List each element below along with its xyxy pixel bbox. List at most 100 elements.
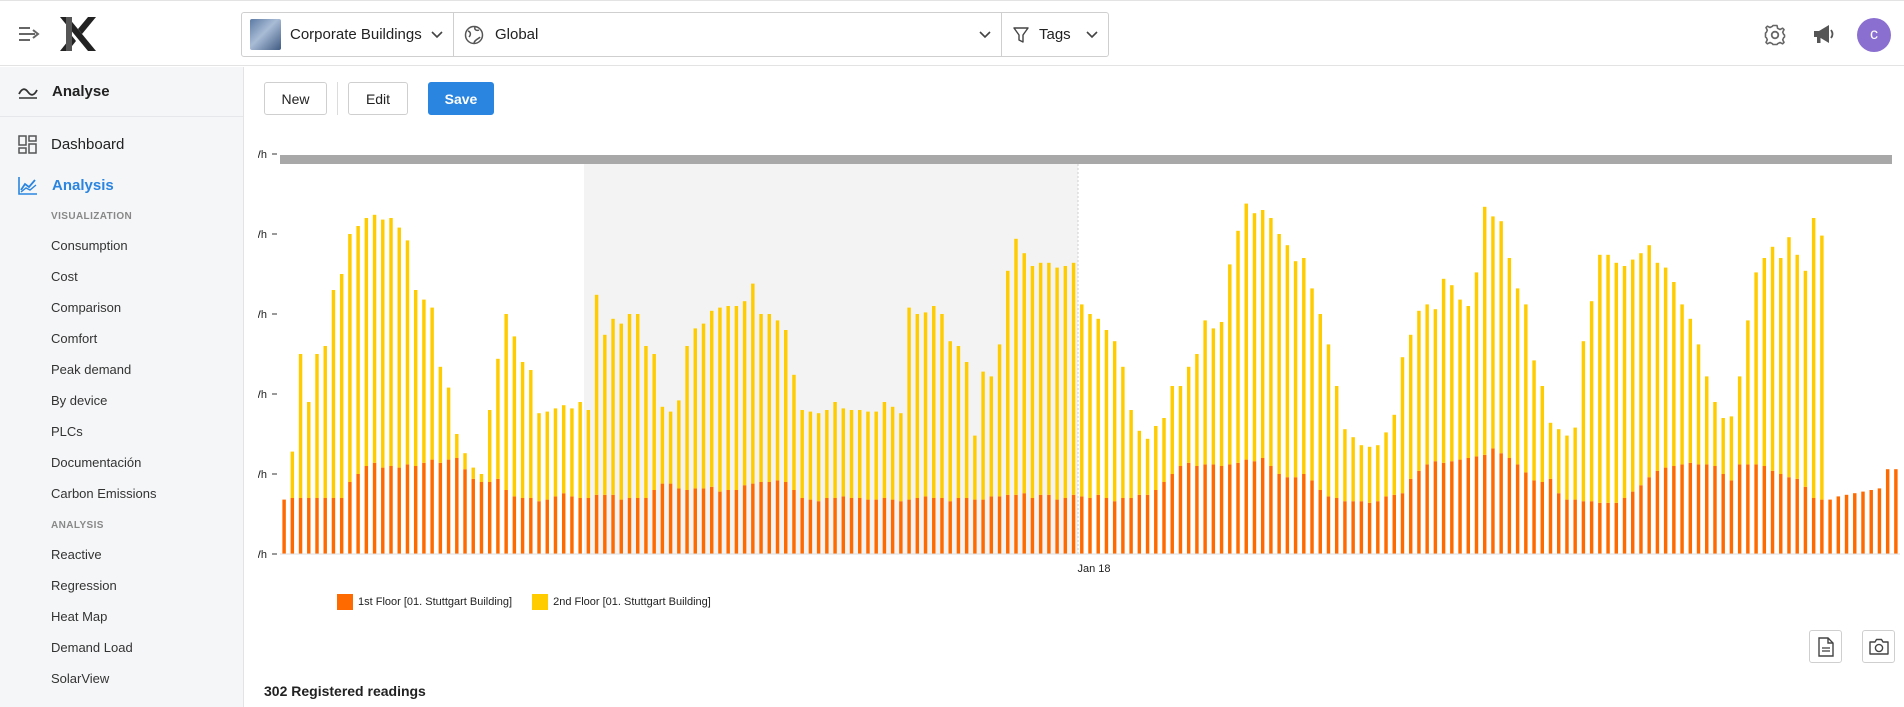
chart-legend: 1st Floor [01. Stuttgart Building] 2nd F… xyxy=(337,594,731,610)
bar-1st-floor xyxy=(825,498,829,554)
bar-1st-floor xyxy=(1466,458,1470,554)
menu-expand-icon[interactable] xyxy=(18,25,40,43)
bar-2nd-floor xyxy=(1811,218,1816,498)
bar-2nd-floor xyxy=(1038,262,1043,495)
bar-1st-floor xyxy=(1622,498,1627,554)
chevron-down-icon xyxy=(431,30,443,38)
bar-2nd-floor xyxy=(932,306,936,498)
bar-1st-floor xyxy=(455,458,459,554)
user-avatar[interactable]: c xyxy=(1857,18,1891,52)
sidebar-item-demand-load[interactable]: Demand Load xyxy=(0,632,243,663)
sidebar-item-comfort[interactable]: Comfort xyxy=(0,323,243,354)
bar-1st-floor xyxy=(1137,494,1142,554)
legend-label: 2nd Floor [01. Stuttgart Building] xyxy=(553,596,711,608)
bar-2nd-floor xyxy=(751,283,755,484)
sidebar-item-comparison[interactable]: Comparison xyxy=(0,292,243,323)
bar-2nd-floor xyxy=(701,323,706,489)
sidebar-item-dashboard[interactable]: Dashboard xyxy=(0,131,243,157)
announcements-megaphone-icon[interactable] xyxy=(1812,23,1836,45)
sidebar-module-header[interactable]: Analyse xyxy=(0,67,243,117)
sidebar-item-consumption[interactable]: Consumption xyxy=(0,230,243,261)
sidebar-item-heat-map[interactable]: Heat Map xyxy=(0,601,243,632)
registered-readings-count: 302 Registered readings xyxy=(264,683,426,699)
bar-1st-floor xyxy=(1754,464,1758,554)
sidebar-item-carbon-emissions[interactable]: Carbon Emissions xyxy=(0,478,243,509)
snapshot-button[interactable] xyxy=(1862,630,1895,663)
bar-2nd-floor xyxy=(1080,304,1084,497)
y-axis-tick-label: 100 kWh xyxy=(258,389,267,401)
bar-1st-floor xyxy=(1145,494,1150,554)
bar-1st-floor xyxy=(1211,464,1216,554)
sidebar-item-peak-demand[interactable]: Peak demand xyxy=(0,354,243,385)
bar-2nd-floor xyxy=(677,400,681,489)
tags-filter[interactable]: Tags xyxy=(1002,13,1108,56)
bar-2nd-floor xyxy=(1441,278,1446,463)
sidebar-item-documentacion[interactable]: Documentación xyxy=(0,447,243,478)
sidebar-item-cost[interactable]: Cost xyxy=(0,261,243,292)
export-report-button[interactable] xyxy=(1809,630,1842,663)
new-button[interactable]: New xyxy=(264,82,327,115)
bar-1st-floor xyxy=(742,485,747,554)
bar-1st-floor xyxy=(496,478,500,554)
bar-2nd-floor xyxy=(603,334,607,495)
bar-2nd-floor xyxy=(1228,264,1232,465)
bar-1st-floor xyxy=(1779,474,1783,554)
bar-1st-floor xyxy=(1713,466,1717,554)
sidebar-item-reactive[interactable]: Reactive xyxy=(0,539,243,570)
bar-1st-floor xyxy=(1828,499,1832,554)
bar-1st-floor xyxy=(644,498,648,554)
section-title-visualization: VISUALIZATION xyxy=(51,210,133,222)
bar-2nd-floor xyxy=(1162,418,1166,482)
bar-2nd-floor xyxy=(1326,344,1331,497)
bar-2nd-floor xyxy=(940,314,944,498)
bar-1st-floor xyxy=(890,499,895,554)
dashboard-icon xyxy=(18,134,37,154)
save-button[interactable]: Save xyxy=(428,82,494,115)
bar-1st-floor xyxy=(1869,490,1873,554)
bar-1st-floor xyxy=(1417,470,1421,554)
bar-1st-floor xyxy=(1030,498,1035,554)
bar-1st-floor xyxy=(1343,501,1347,554)
building-selector[interactable]: Corporate Buildings xyxy=(242,13,454,56)
bar-1st-floor xyxy=(1631,491,1635,554)
bar-2nd-floor xyxy=(1696,344,1701,465)
bar-2nd-floor xyxy=(1285,245,1290,478)
bar-1st-floor xyxy=(282,499,286,554)
x-axis-tick-label: Jan 18 xyxy=(1077,563,1110,575)
bar-2nd-floor xyxy=(825,410,829,498)
bar-1st-floor xyxy=(405,464,410,554)
bar-2nd-floor xyxy=(1787,237,1791,478)
bar-1st-floor xyxy=(1737,464,1742,554)
scope-selector[interactable]: Global xyxy=(454,13,1002,56)
bar-1st-floor xyxy=(298,498,303,554)
bar-2nd-floor xyxy=(1655,262,1660,471)
bar-1st-floor xyxy=(1433,461,1438,554)
bar-1st-floor xyxy=(1515,464,1520,554)
bar-1st-floor xyxy=(907,499,911,554)
bar-2nd-floor xyxy=(413,290,418,466)
bar-1st-floor xyxy=(693,488,697,554)
bar-1st-floor xyxy=(751,483,755,554)
bar-1st-floor xyxy=(619,499,623,554)
bar-1st-floor xyxy=(997,496,1002,554)
sidebar-item-regression[interactable]: Regression xyxy=(0,570,243,601)
settings-gear-icon[interactable] xyxy=(1764,24,1786,46)
bar-1st-floor xyxy=(1096,494,1100,554)
bar-2nd-floor xyxy=(1121,366,1125,498)
bar-2nd-floor xyxy=(800,410,804,498)
sidebar-item-analysis[interactable]: Analysis xyxy=(0,172,243,198)
bar-2nd-floor xyxy=(1688,318,1693,463)
app-logo-icon[interactable] xyxy=(58,15,98,53)
sidebar-item-solarview[interactable]: SolarView xyxy=(0,663,243,694)
bar-2nd-floor xyxy=(1392,414,1396,495)
bar-2nd-floor xyxy=(1795,254,1799,479)
bar-2nd-floor xyxy=(307,402,311,498)
edit-button[interactable]: Edit xyxy=(348,82,408,115)
legend-item-1st-floor[interactable]: 1st Floor [01. Stuttgart Building] xyxy=(337,594,512,610)
legend-item-2nd-floor[interactable]: 2nd Floor [01. Stuttgart Building] xyxy=(532,594,711,610)
bar-1st-floor xyxy=(784,482,788,554)
y-axis-tick-label: 150 kWh xyxy=(258,309,267,321)
sidebar-item-by-device[interactable]: By device xyxy=(0,385,243,416)
bar-2nd-floor xyxy=(1006,270,1010,495)
sidebar-item-plcs[interactable]: PLCs xyxy=(0,416,243,447)
